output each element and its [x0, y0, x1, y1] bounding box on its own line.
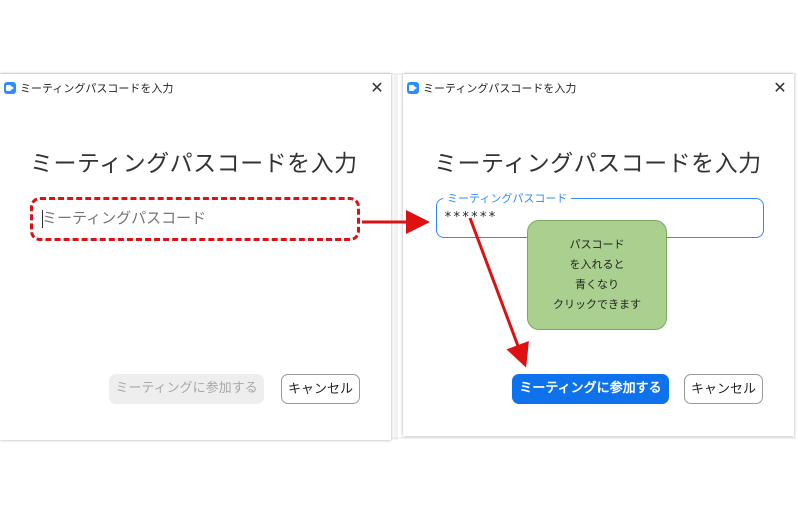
cancel-button[interactable]: キャンセル	[281, 374, 360, 404]
title-bar: ミーティングパスコードを入力 ✕	[0, 74, 391, 102]
callout-line: を入れると	[569, 258, 625, 271]
join-meeting-button-disabled[interactable]: ミーティングに参加する	[109, 374, 264, 404]
callout-line: 青くなり	[575, 278, 619, 291]
zoom-video-icon	[4, 82, 16, 94]
window-title: ミーティングパスコードを入力	[20, 82, 174, 95]
close-icon[interactable]: ✕	[772, 80, 788, 96]
text-caret	[42, 210, 43, 228]
page-title: ミーティングパスコードを入力	[434, 151, 762, 177]
passcode-input[interactable]	[36, 202, 356, 234]
close-icon[interactable]: ✕	[369, 80, 385, 96]
passcode-field-label: ミーティングパスコード	[443, 190, 572, 206]
cancel-button[interactable]: キャンセル	[684, 374, 763, 404]
title-bar: ミーティングパスコードを入力 ✕	[403, 74, 794, 102]
zoom-video-icon	[407, 82, 419, 94]
callout-line: クリックできます	[553, 298, 641, 311]
callout-line: パスコード	[569, 238, 625, 251]
annotation-callout: パスコード を入れると 青くなり クリックできます	[527, 220, 667, 330]
page-title: ミーティングパスコードを入力	[30, 151, 358, 177]
join-meeting-button[interactable]: ミーティングに参加する	[512, 374, 669, 404]
window-title: ミーティングパスコードを入力	[423, 82, 577, 95]
passcode-dialog-empty: ミーティングパスコードを入力 ✕ ミーティングパスコードを入力 ミーティングに参…	[0, 74, 391, 440]
